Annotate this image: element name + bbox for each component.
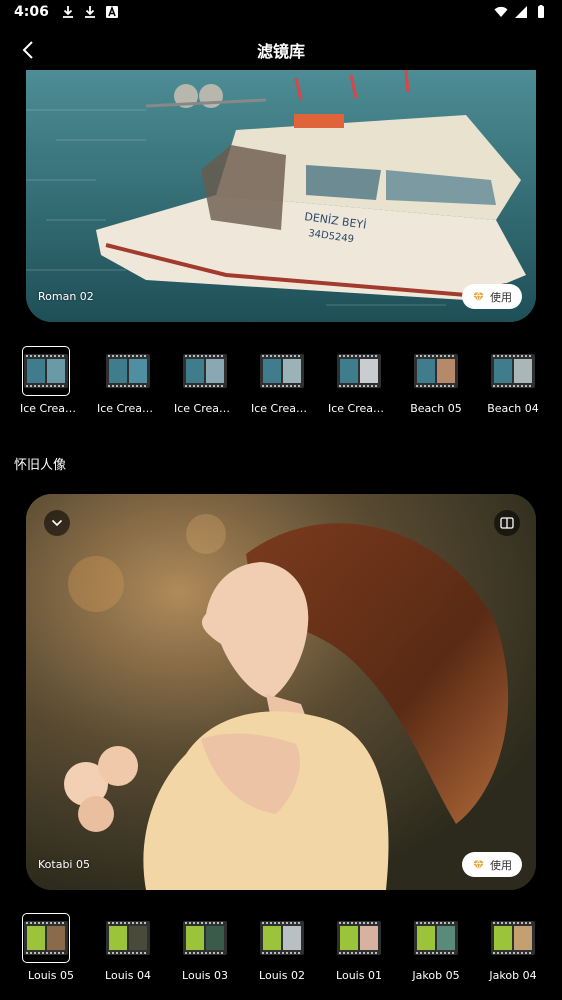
filter-label: Ice Cream...	[174, 402, 236, 415]
filter-item[interactable]: Beach 05	[405, 346, 467, 426]
film-strip-icon	[491, 921, 535, 955]
filter-label: Beach 04	[487, 402, 539, 415]
film-strip-icon	[106, 354, 150, 388]
download-icon	[84, 6, 95, 18]
filter-thumbnail	[259, 350, 305, 392]
film-strip-icon	[24, 354, 68, 388]
filter-item[interactable]: Ice Cream...	[251, 346, 313, 426]
film-strip-icon	[183, 354, 227, 388]
film-strip-icon	[414, 354, 458, 388]
filter-item[interactable]: Louis 05	[20, 913, 82, 993]
chevron-down-icon	[51, 519, 63, 527]
gem-icon	[473, 291, 484, 302]
filter-preview-image[interactable]: DENİZ BEYİ 34D5249 Roman 02 使用	[26, 70, 536, 322]
collapse-button[interactable]	[44, 510, 70, 536]
filter-thumbnail	[259, 917, 305, 959]
page-title: 滤镜库	[256, 42, 305, 61]
use-filter-button[interactable]: 使用	[462, 284, 522, 309]
filter-thumbnail	[105, 917, 151, 959]
chevron-left-icon	[22, 41, 33, 59]
filter-label: Jakob 04	[489, 969, 537, 982]
filter-thumbnail	[182, 350, 228, 392]
filter-thumbnail	[336, 350, 382, 392]
filter-label: Louis 04	[105, 969, 151, 982]
filter-item[interactable]: Louis 02	[251, 913, 313, 993]
filter-preview-image[interactable]: Kotabi 05 使用	[26, 494, 536, 890]
filter-thumbnail	[490, 917, 536, 959]
section-title: 怀旧人像	[14, 458, 67, 473]
status-notification-icons	[61, 5, 119, 19]
filter-thumbnail	[336, 917, 382, 959]
split-compare-icon	[500, 517, 514, 529]
filter-item[interactable]: Louis 04	[97, 913, 159, 993]
filter-thumbnail	[22, 346, 70, 396]
battery-icon	[538, 5, 544, 18]
filter-row-louis: Louis 05 Louis 04 Louis 03 Louis 02 Loui…	[0, 913, 562, 993]
filter-item[interactable]: Ice Cream...	[174, 346, 236, 426]
wifi-icon	[494, 6, 508, 17]
filter-item[interactable]: Beach 04	[482, 346, 544, 426]
filter-thumbnail	[490, 350, 536, 392]
filter-label: Louis 05	[28, 969, 74, 982]
filter-label: Ice Cream...	[328, 402, 390, 415]
portrait-photo	[26, 494, 536, 890]
signal-icon	[515, 6, 527, 18]
back-button[interactable]	[14, 36, 42, 64]
filter-item[interactable]: Jakob 05	[405, 913, 467, 993]
filter-label: Louis 01	[336, 969, 382, 982]
filter-item[interactable]: Louis 03	[174, 913, 236, 993]
filter-item[interactable]: Jakob 04	[482, 913, 544, 993]
filter-item[interactable]: Ice Cream...	[20, 346, 82, 426]
filter-thumbnail	[413, 917, 459, 959]
film-strip-icon	[106, 921, 150, 955]
filter-item[interactable]: Ice Cream...	[328, 346, 390, 426]
filter-label: Beach 05	[410, 402, 462, 415]
film-strip-icon	[24, 921, 68, 955]
film-strip-icon	[260, 921, 304, 955]
filter-label: Ice Cream...	[251, 402, 313, 415]
boat-photo: DENİZ BEYİ 34D5249	[26, 70, 536, 322]
download-icon	[62, 6, 73, 18]
film-strip-icon	[337, 921, 381, 955]
film-strip-icon	[414, 921, 458, 955]
filter-thumbnail	[22, 913, 70, 963]
filter-name-label: Roman 02	[38, 290, 94, 303]
filter-thumbnail	[413, 350, 459, 392]
filter-label: Louis 02	[259, 969, 305, 982]
status-time: 4:06	[14, 4, 49, 20]
status-bar: 4:06	[0, 0, 562, 24]
use-button-label: 使用	[490, 858, 512, 872]
text-a-icon	[105, 5, 118, 18]
filter-row-ice-cream: Ice Cream... Ice Cream... Ice Cream... I…	[0, 346, 562, 426]
filter-thumbnail	[105, 350, 151, 392]
compare-button[interactable]	[494, 510, 520, 536]
filter-label: Ice Cream...	[97, 402, 159, 415]
filter-name-label: Kotabi 05	[38, 858, 90, 871]
filter-label: Louis 03	[182, 969, 228, 982]
filter-label: Ice Cream...	[20, 402, 82, 415]
status-system-icons	[494, 5, 548, 19]
filter-item[interactable]: Ice Cream...	[97, 346, 159, 426]
gem-icon	[473, 859, 484, 870]
filter-label: Jakob 05	[412, 969, 460, 982]
filter-thumbnail	[182, 917, 228, 959]
film-strip-icon	[260, 354, 304, 388]
film-strip-icon	[337, 354, 381, 388]
use-button-label: 使用	[490, 290, 512, 304]
film-strip-icon	[491, 354, 535, 388]
app-bar: 滤镜库	[0, 24, 562, 76]
film-strip-icon	[183, 921, 227, 955]
filter-item[interactable]: Louis 01	[328, 913, 390, 993]
use-filter-button[interactable]: 使用	[462, 852, 522, 877]
